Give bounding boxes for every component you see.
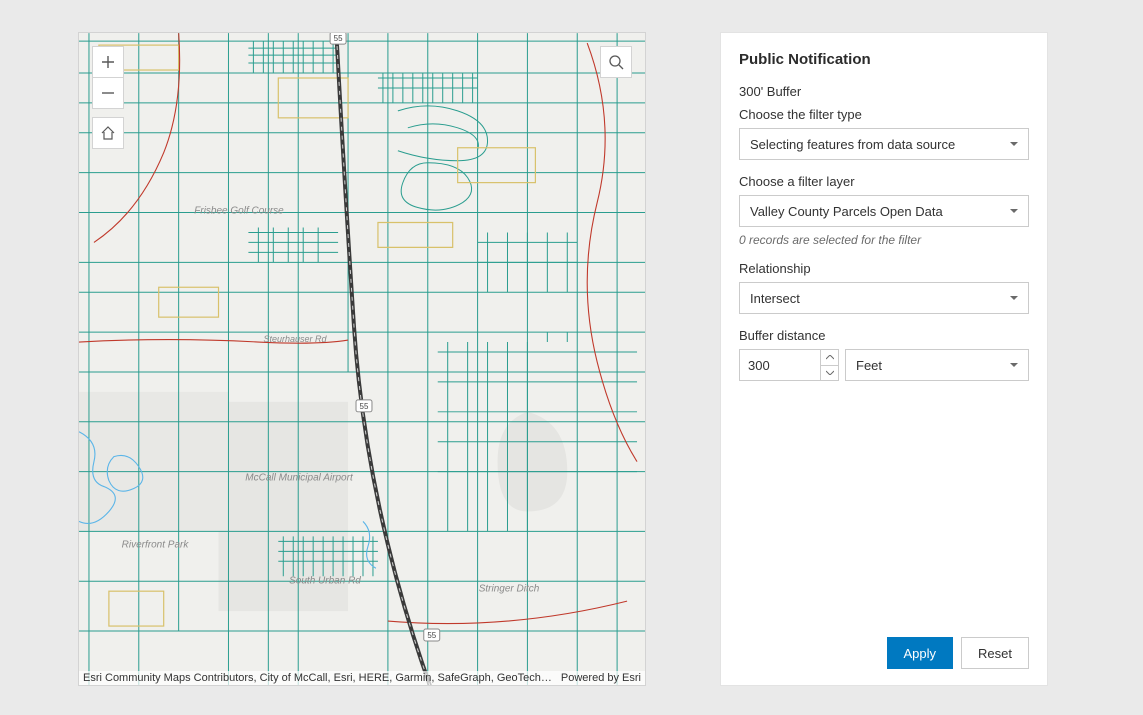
buffer-label: Buffer distance — [739, 328, 1029, 343]
panel-title: Public Notification — [739, 51, 1029, 68]
chevron-up-icon — [826, 355, 834, 360]
filter-type-select[interactable]: Selecting features from data source — [739, 128, 1029, 160]
filter-type-value: Selecting features from data source — [750, 137, 955, 152]
apply-button[interactable]: Apply — [887, 637, 954, 669]
relationship-value: Intersect — [750, 291, 800, 306]
stepper-down-button[interactable] — [821, 366, 838, 381]
map-nav-controls — [92, 46, 124, 149]
map-container[interactable]: 55 55 55 Frisbee Golf Course McCall Muni… — [78, 32, 646, 686]
buffer-distance-input-wrapper — [739, 349, 839, 381]
minus-icon — [101, 86, 115, 100]
public-notification-panel: Public Notification 300' Buffer Choose t… — [720, 32, 1048, 686]
chevron-down-icon — [826, 370, 834, 375]
panel-footer: Apply Reset — [739, 637, 1029, 669]
filter-type-label: Choose the filter type — [739, 107, 1029, 122]
filter-layer-value: Valley County Parcels Open Data — [750, 204, 943, 219]
records-hint: 0 records are selected for the filter — [739, 233, 1029, 247]
svg-text:55: 55 — [360, 402, 369, 411]
powered-by-text: Powered by Esri — [561, 672, 641, 684]
buffer-stepper — [820, 350, 838, 380]
buffer-distance-input[interactable] — [740, 350, 820, 380]
attribution-text: Esri Community Maps Contributors, City o… — [83, 672, 552, 684]
parcel-map: 55 55 55 — [79, 33, 645, 685]
plus-icon — [101, 55, 115, 69]
stepper-up-button[interactable] — [821, 350, 838, 366]
zoom-out-button[interactable] — [92, 77, 124, 109]
home-icon — [100, 125, 116, 141]
search-icon — [608, 54, 624, 70]
buffer-unit-value: Feet — [856, 358, 882, 373]
search-button[interactable] — [600, 46, 632, 78]
relationship-select[interactable]: Intersect — [739, 282, 1029, 314]
relationship-label: Relationship — [739, 261, 1029, 276]
route-shield: 55 — [334, 34, 343, 43]
map-attribution: Esri Community Maps Contributors, City o… — [79, 671, 645, 685]
reset-button[interactable]: Reset — [961, 637, 1029, 669]
zoom-in-button[interactable] — [92, 46, 124, 78]
buffer-unit-select[interactable]: Feet — [845, 349, 1029, 381]
panel-subheading: 300' Buffer — [739, 84, 1029, 99]
home-button[interactable] — [92, 117, 124, 149]
svg-text:55: 55 — [427, 631, 436, 640]
filter-layer-label: Choose a filter layer — [739, 174, 1029, 189]
filter-layer-select[interactable]: Valley County Parcels Open Data — [739, 195, 1029, 227]
